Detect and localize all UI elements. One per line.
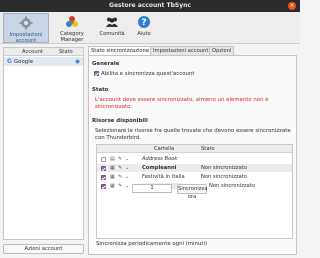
resource-checkbox[interactable] xyxy=(101,156,106,162)
resource-status: Non sincronizzato xyxy=(201,165,248,171)
resource-checkbox[interactable] xyxy=(101,174,106,180)
edit-pencil-icon[interactable]: ✎ xyxy=(118,174,122,180)
settings-gear-icon xyxy=(19,16,33,30)
tool-impostazioni-account[interactable]: Impostazioni account xyxy=(3,13,49,44)
tab-impostazioni-account[interactable]: Impostazioni account xyxy=(150,46,212,55)
tool-aiuto[interactable]: ? Aiuto xyxy=(132,13,156,43)
close-icon[interactable]: × xyxy=(288,2,296,10)
account-column-header[interactable]: Account xyxy=(22,49,43,55)
chevron-down-icon[interactable]: ⌄ xyxy=(125,174,129,180)
enable-account-checkbox[interactable] xyxy=(94,71,99,76)
table-row[interactable]: ▦ ✎ ⌄ Compleanni Non sincronizzato xyxy=(97,164,292,172)
tab-opzioni[interactable]: Opzioni xyxy=(209,46,235,55)
stato-message-line2: sincronizzato. xyxy=(95,104,132,110)
help-icon: ? xyxy=(138,16,150,28)
title-bar: Gestore account TbSync × xyxy=(0,0,300,12)
resource-checkbox[interactable] xyxy=(101,165,106,171)
resource-name: Address Book xyxy=(142,156,178,162)
table-header: Cartella Stato xyxy=(97,145,292,153)
edit-pencil-icon[interactable]: ✎ xyxy=(118,165,122,171)
tab-panel: Generale Abilita e sincronizza quest'acc… xyxy=(88,55,297,255)
svg-text:?: ? xyxy=(141,18,146,28)
generale-heading: Generale xyxy=(92,61,120,67)
stato-heading: Stato xyxy=(92,87,109,93)
cartella-column-header[interactable]: Cartella xyxy=(154,146,174,152)
stato-message-line1: L'account deve essere sincronizzato, alm… xyxy=(95,97,269,103)
periodic-sync-label: Sincronizza periodicamente ogni (minuti) xyxy=(96,241,208,247)
chevron-down-icon[interactable]: ⌄ xyxy=(125,165,129,171)
resource-status: Non sincronizzato xyxy=(201,174,248,180)
category-color-wheel-icon xyxy=(66,16,78,27)
risorse-description-line2: con Thunderbird. xyxy=(95,135,142,141)
toolbar: Impostazioni account Category Manager Co… xyxy=(0,12,300,44)
edit-pencil-icon[interactable]: ✎ xyxy=(118,156,122,162)
resource-status: Non sincronizzato xyxy=(209,183,256,189)
tool-label: Comunità xyxy=(99,31,125,37)
resource-name: Compleanni xyxy=(142,165,177,171)
chevron-down-icon[interactable]: ⌄ xyxy=(125,183,129,189)
azioni-account-button[interactable]: Azioni account xyxy=(3,244,84,254)
table-row[interactable]: ▦ ✎ ⌄ Festività in Italia Non sincronizz… xyxy=(97,173,292,181)
table-row[interactable]: ▤ ✎ ⌄ Address Book xyxy=(97,155,292,163)
tool-label: Aiuto xyxy=(137,31,151,37)
community-people-icon xyxy=(106,17,118,27)
chevron-down-icon[interactable]: ⌄ xyxy=(125,156,129,162)
tool-label: Impostazioni account xyxy=(9,32,43,44)
resource-checkbox[interactable] xyxy=(101,183,106,189)
google-g-icon: G xyxy=(7,58,12,65)
account-list-header: Account Stato xyxy=(4,48,83,56)
stato-column-header[interactable]: Stato xyxy=(201,146,215,152)
addressbook-icon: ▤ xyxy=(110,155,115,162)
calendar-icon: ▦ xyxy=(110,173,115,180)
tool-category-manager[interactable]: Category Manager xyxy=(52,13,92,43)
account-name: Google xyxy=(14,58,34,65)
calendar-icon: ▦ xyxy=(110,182,115,189)
risorse-description-line1: Selezionare le risorse fra quelle trovat… xyxy=(95,128,291,134)
risorse-heading: Risorse disponibili xyxy=(92,118,148,124)
enable-account-label: Abilita e sincronizza quest'account xyxy=(101,70,195,77)
calendar-icon: ▦ xyxy=(110,164,115,171)
account-row-google[interactable]: G Google xyxy=(4,57,83,66)
stato-column-header[interactable]: Stato xyxy=(59,49,73,55)
resource-name: Festività in Italia xyxy=(142,174,185,180)
tool-comunita[interactable]: Comunità xyxy=(96,13,128,43)
window-title: Gestore account TbSync xyxy=(109,2,191,9)
diamond-status-icon xyxy=(75,59,80,64)
periodic-sync-input[interactable]: 1 xyxy=(132,184,172,193)
sincronizza-ora-button[interactable]: Sincronizza ora xyxy=(177,184,207,200)
edit-pencil-icon[interactable]: ✎ xyxy=(118,183,122,189)
tool-label: Category Manager xyxy=(60,31,84,43)
account-list: Account Stato G Google xyxy=(3,47,84,240)
